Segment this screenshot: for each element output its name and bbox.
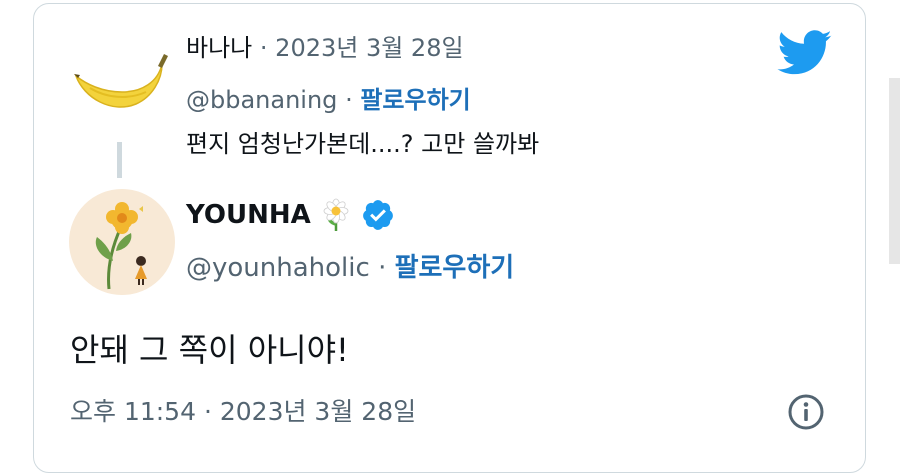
main-tweet-text: 안돼 그 쪽이 아니야! [70, 331, 349, 369]
parent-follow-link[interactable]: 팔로우하기 [360, 86, 470, 114]
daisy-icon [323, 198, 349, 231]
parent-display-name[interactable]: 바나나 [186, 34, 252, 62]
avatar-younha[interactable] [69, 189, 175, 295]
main-handle[interactable]: @younhaholic [186, 253, 370, 283]
verified-badge-icon [362, 200, 393, 230]
banana-icon[interactable] [70, 52, 170, 122]
parent-handle-row: @bbananing · 팔로우하기 [186, 80, 471, 115]
page-scrollbar[interactable] [889, 78, 900, 264]
parent-handle[interactable]: @bbananing [186, 86, 337, 114]
tweet-date: 2023년 3월 28일 [219, 397, 417, 426]
parent-tweet-header: 바나나 · 2023년 3월 28일 [186, 28, 464, 63]
main-handle-row: @younhaholic · 팔로우하기 [186, 247, 514, 284]
separator-dot: · [345, 86, 353, 114]
main-follow-link[interactable]: 팔로우하기 [395, 253, 515, 283]
twitter-bird-icon[interactable] [777, 30, 833, 76]
main-tweet-name-row: YOUNHA [186, 198, 395, 232]
parent-tweet-date[interactable]: 2023년 3월 28일 [275, 34, 463, 62]
parent-tweet-text: 편지 엄청난가본데....? 고만 쓸까봐 [186, 130, 540, 158]
tweet-time: 오후 11:54 [70, 397, 196, 426]
main-tweet-timestamp[interactable]: 오후 11:54 · 2023년 3월 28일 [70, 392, 416, 428]
separator-dot: · [259, 34, 268, 62]
separator-dot: · [203, 397, 212, 426]
thread-connector-line [117, 142, 122, 178]
main-display-name[interactable]: YOUNHA [186, 200, 311, 230]
separator-dot: · [378, 253, 387, 283]
info-icon[interactable] [787, 393, 825, 431]
